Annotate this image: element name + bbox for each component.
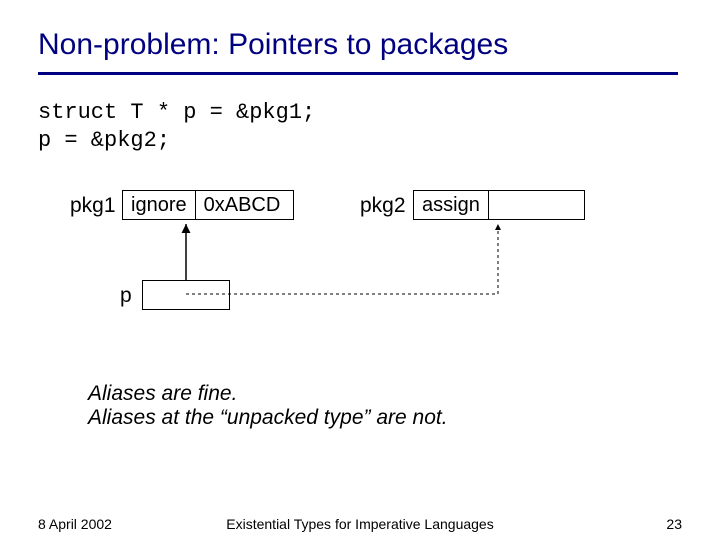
p-label: p <box>120 284 132 308</box>
pkg1-label: pkg1 <box>70 194 116 218</box>
title-underline <box>38 72 678 75</box>
pkg2-cell-1: assign <box>414 191 488 219</box>
pkg1-cell-1: ignore <box>123 191 195 219</box>
footer-title: Existential Types for Imperative Languag… <box>0 516 720 532</box>
pkg1-cell-2: 0xABCD <box>196 191 289 219</box>
pkg2-box: assign <box>413 190 585 220</box>
note-line-1: Aliases are fine. <box>88 382 237 406</box>
pkg2-label: pkg2 <box>360 194 406 218</box>
p-box <box>142 280 230 310</box>
slide-title: Non-problem: Pointers to packages <box>38 28 508 62</box>
pkg1-box: ignore0xABCD <box>122 190 294 220</box>
code-line-1: struct T * p = &pkg1; <box>38 100 315 125</box>
note-line-2: Aliases at the “unpacked type” are not. <box>88 406 448 430</box>
pointer-diagram: pkg1 ignore0xABCD pkg2 assign p <box>0 190 720 350</box>
code-line-2: p = &pkg2; <box>38 128 170 153</box>
footer-page-number: 23 <box>666 516 682 532</box>
